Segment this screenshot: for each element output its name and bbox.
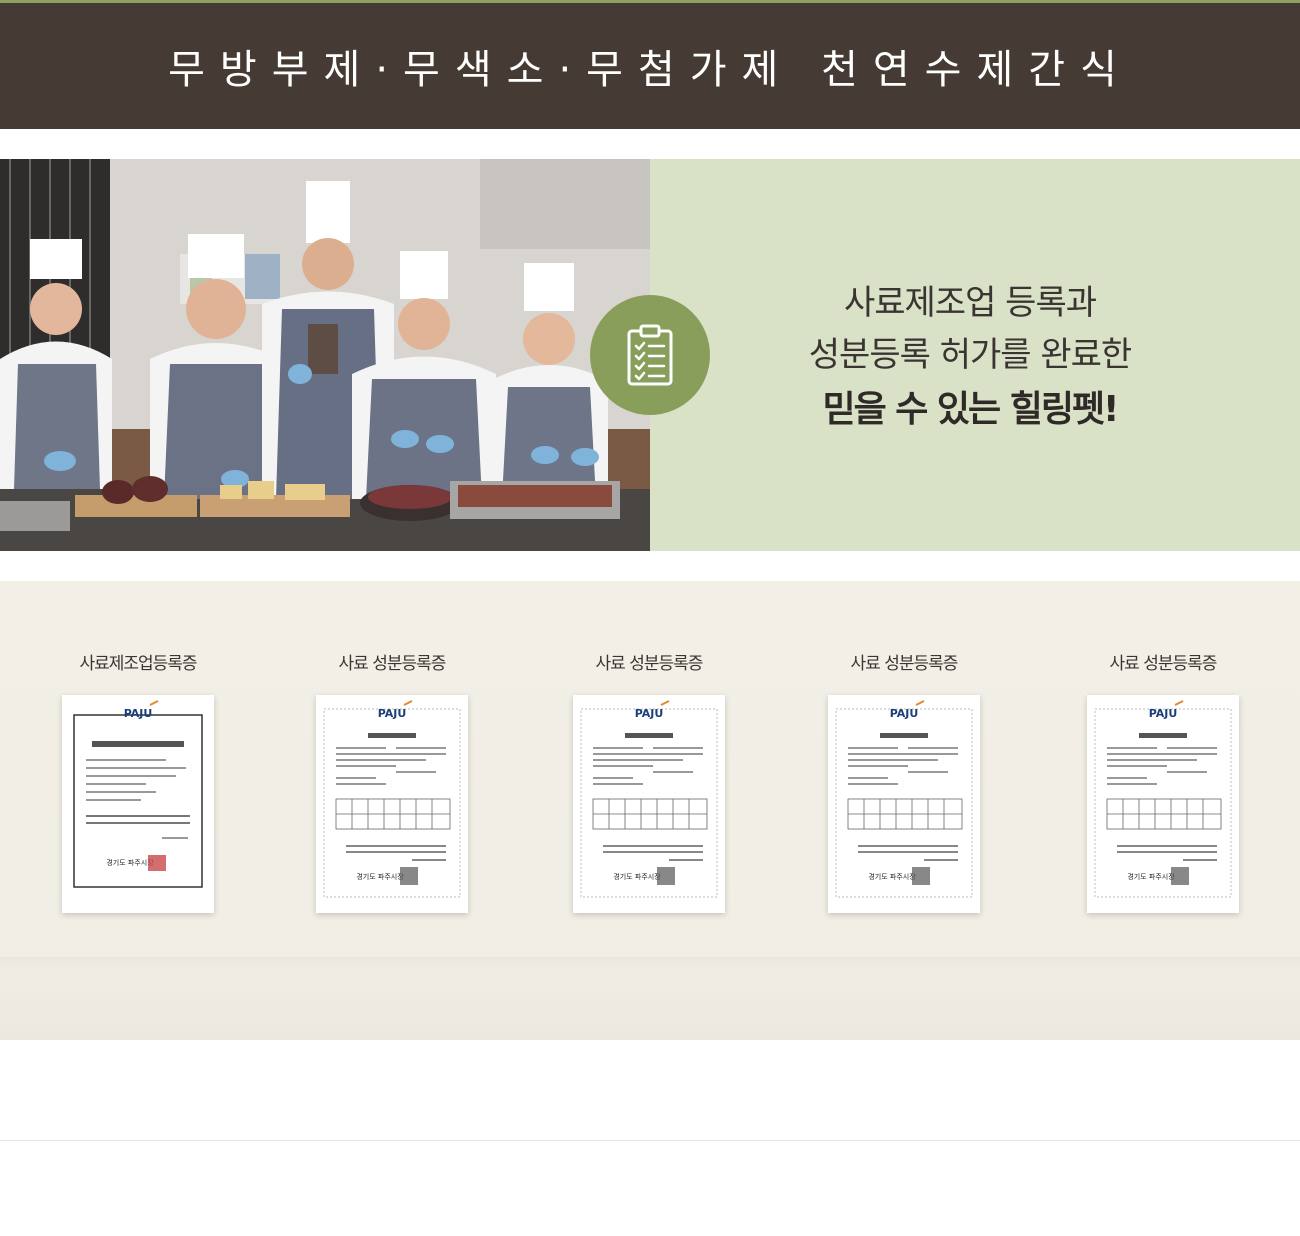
certificate-document[interactable]: PAJU 경기도 파주시장 [316,695,468,913]
certificate-title: 사료 성분등록증 [595,654,704,674]
team-kitchen-photo [0,159,650,551]
feature-line-2: 성분등록 허가를 완료한 [808,335,1132,375]
title-banner: 무방부제·무색소·무첨가제 천연수제간식 [0,3,1300,129]
footer-divider [0,1140,1300,1141]
official-seal [912,867,930,885]
clipboard-checklist-icon [627,324,673,386]
certificate-document[interactable]: PAJU 경기도 파주시장 [573,695,725,913]
certificate-title: 사료 성분등록증 [1109,654,1218,674]
checklist-badge [590,295,710,415]
paju-logo: PAJU [635,707,664,720]
certificate-title: 사료 성분등록증 [850,654,959,674]
certificate-document[interactable]: PAJU 경기도 파주시장 [62,695,214,913]
official-seal [657,867,675,885]
certificate-title: 사료 성분등록증 [338,654,447,674]
certificate-document[interactable]: PAJU 경기도 파주시장 [828,695,980,913]
paju-logo: PAJU [124,707,153,720]
certificates-section: 사료제조업등록증 PAJU 경기도 파주시장 사료 성분등록증 PAJU 경기도… [0,581,1300,1040]
certificate-document[interactable]: PAJU 경기도 파주시장 [1087,695,1239,913]
official-seal [148,855,166,871]
feature-headline: 믿을 수 있는 힐링펫! [822,389,1120,430]
issuer-name: 경기도 파주시장 [106,858,154,867]
feature-line-1: 사료제조업 등록과 [843,283,1097,323]
feature-text-panel: 사료제조업 등록과 성분등록 허가를 완료한 믿을 수 있는 힐링펫! [650,159,1300,551]
certificate-title: 사료제조업등록증 [79,654,197,674]
paju-logo: PAJU [890,707,919,720]
issuer-name: 경기도 파주시장 [1127,872,1175,881]
issuer-name: 경기도 파주시장 [356,872,404,881]
paju-logo: PAJU [1149,707,1178,720]
issuer-name: 경기도 파주시장 [868,872,916,881]
paju-logo: PAJU [378,707,407,720]
official-seal [400,867,418,885]
feature-section: 사료제조업 등록과 성분등록 허가를 완료한 믿을 수 있는 힐링펫! [0,159,1300,551]
banner-title: 무방부제·무색소·무첨가제 천연수제간식 [168,47,1132,93]
issuer-name: 경기도 파주시장 [613,872,661,881]
feature-copy: 사료제조업 등록과 성분등록 허가를 완료한 믿을 수 있는 힐링펫! [750,277,1190,439]
shelf-shadow [0,957,1300,969]
official-seal [1171,867,1189,885]
